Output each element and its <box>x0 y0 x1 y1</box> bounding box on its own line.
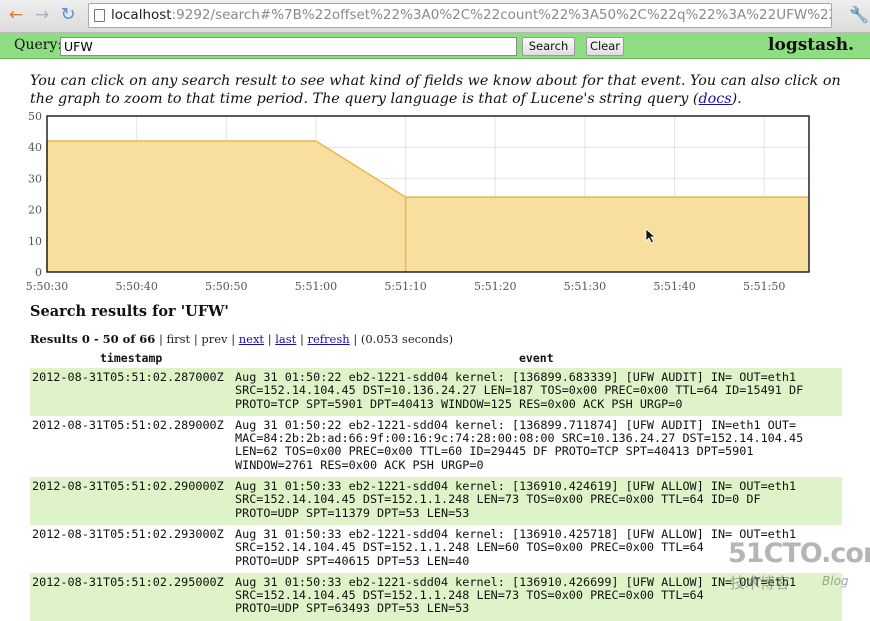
row-event: Aug 31 01:50:22 eb2-1221-sdd04 kernel: [… <box>235 371 804 411</box>
first-label: first <box>166 332 191 346</box>
results-histogram[interactable]: 0 10 20 30 40 50 5:50:30 5:50:40 5:50:50 5:51:00 5… <box>0 104 870 296</box>
y-tick-label: 0 <box>35 266 42 279</box>
table-row[interactable]: 2012-08-31T05:51:02.289000Z Aug 31 01:50… <box>30 415 842 478</box>
clear-button[interactable]: Clear <box>586 37 624 56</box>
browser-toolbar: ← → ↻ localhost:9292/search#%7B%22offset… <box>0 0 870 33</box>
row-event: Aug 31 01:50:22 eb2-1221-sdd04 kernel: [… <box>235 418 804 472</box>
row-timestamp: 2012-08-31T05:51:02.295000Z <box>32 574 224 589</box>
url-path: :9292/search#%7B%22offset%22%3A0%2C%22co… <box>171 7 832 23</box>
wrench-menu-icon[interactable]: 🔧 <box>849 5 869 24</box>
x-tick-label: 5:50:30 <box>26 280 68 293</box>
query-timing: (0.053 seconds) <box>360 332 454 346</box>
results-pager: Results 0 - 50 of 66 | first | prev | ne… <box>30 332 454 346</box>
results-title: Search results for 'UFW' <box>30 303 229 320</box>
row-timestamp: 2012-08-31T05:51:02.289000Z <box>32 417 224 432</box>
page-icon <box>94 9 105 22</box>
timestamp-header: timestamp <box>100 351 163 365</box>
forward-arrow-icon[interactable]: → <box>32 5 52 25</box>
row-timestamp: 2012-08-31T05:51:02.287000Z <box>32 370 224 384</box>
table-row[interactable]: 2012-08-31T05:51:02.290000Z Aug 31 01:50… <box>30 477 842 525</box>
query-input[interactable]: UFW <box>60 37 517 56</box>
y-tick-label: 50 <box>28 110 42 123</box>
logstash-logo: logstash. <box>768 35 854 55</box>
table-row[interactable]: 2012-08-31T05:51:02.287000Z Aug 31 01:50… <box>30 368 842 416</box>
intro-text: You can click on any search result to se… <box>30 72 850 108</box>
row-timestamp: 2012-08-31T05:51:02.293000Z <box>32 526 224 541</box>
row-timestamp: 2012-08-31T05:51:02.290000Z <box>32 479 224 494</box>
mouse-cursor-icon <box>645 228 657 244</box>
x-tick-label: 5:51:00 <box>295 280 337 293</box>
row-event: Aug 31 01:50:33 eb2-1221-sdd04 kernel: [… <box>235 480 797 520</box>
query-label: Query: <box>14 37 63 53</box>
y-tick-label: 30 <box>28 172 42 185</box>
refresh-link[interactable]: refresh <box>308 332 350 346</box>
x-tick-label: 5:51:20 <box>474 280 516 293</box>
next-link[interactable]: next <box>239 332 264 346</box>
series-area <box>47 141 809 272</box>
search-button[interactable]: Search <box>522 37 575 56</box>
y-tick-label: 40 <box>28 141 42 154</box>
prev-label: prev <box>201 332 228 346</box>
back-arrow-icon[interactable]: ← <box>6 5 26 25</box>
x-tick-label: 5:51:30 <box>564 280 606 293</box>
results-table: timestamp event 2012-08-31T05:51:02.2870… <box>30 350 842 621</box>
row-event: Aug 31 01:50:33 eb2-1221-sdd04 kernel: [… <box>235 527 797 568</box>
event-header: event <box>519 351 554 365</box>
query-bar: Query: UFW Search Clear logstash. <box>0 33 870 59</box>
x-tick-label: 5:50:40 <box>115 280 157 293</box>
x-tick-label: 5:50:50 <box>205 280 247 293</box>
y-tick-label: 10 <box>28 235 42 248</box>
table-row[interactable]: 2012-08-31T05:51:02.293000Z Aug 31 01:50… <box>30 524 842 573</box>
y-tick-label: 20 <box>28 204 42 217</box>
last-link[interactable]: last <box>275 332 296 346</box>
row-event: Aug 31 01:50:33 eb2-1221-sdd04 kernel: [… <box>235 575 797 616</box>
results-range: Results 0 - 50 of 66 <box>30 332 156 346</box>
reload-icon[interactable]: ↻ <box>58 5 78 25</box>
results-header: timestamp event <box>30 350 842 368</box>
url-host: localhost <box>111 7 172 23</box>
x-tick-label: 5:51:10 <box>384 280 426 293</box>
x-tick-label: 5:51:40 <box>653 280 695 293</box>
x-tick-label: 5:51:50 <box>743 280 785 293</box>
address-bar[interactable]: localhost:9292/search#%7B%22offset%22%3A… <box>88 3 832 28</box>
